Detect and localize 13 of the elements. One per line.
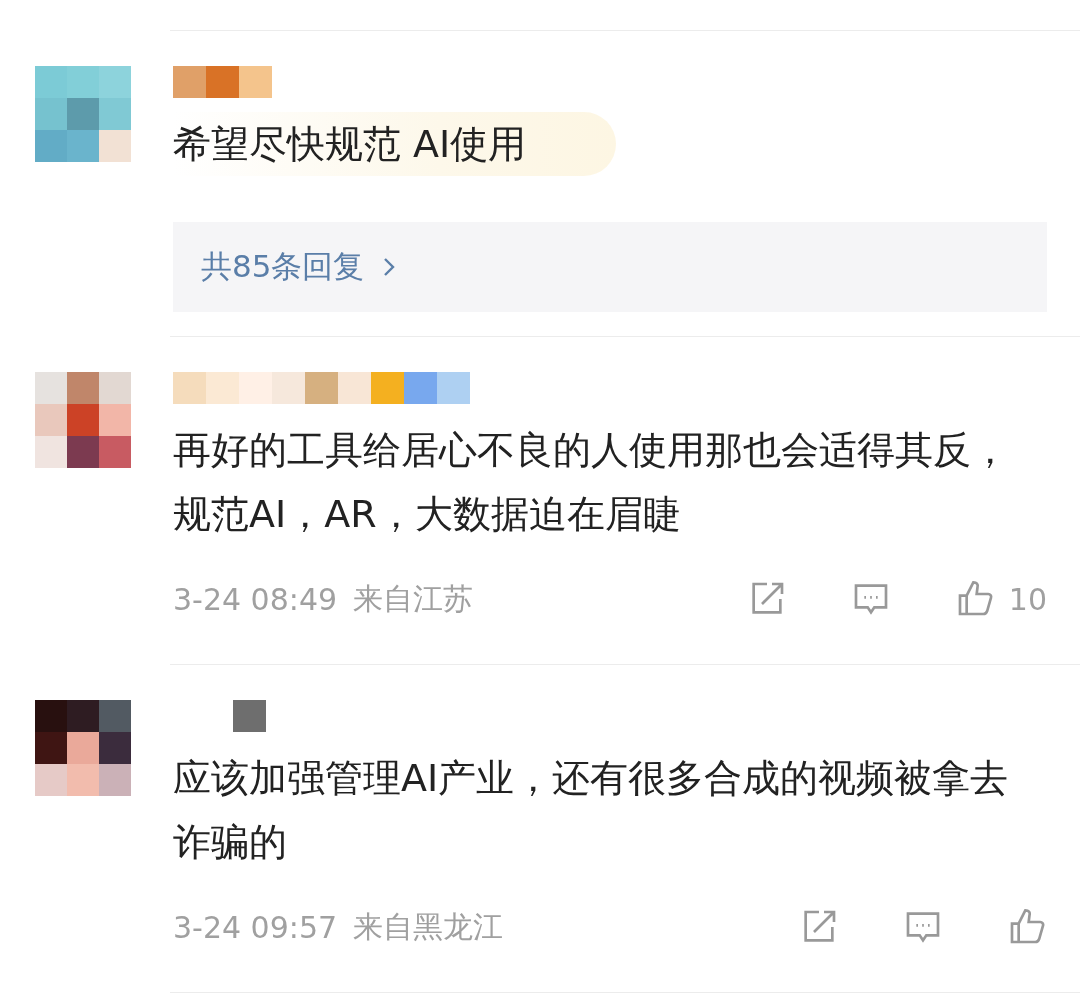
replies-link[interactable]: 共85条回复 xyxy=(173,222,1047,312)
avatar[interactable] xyxy=(35,372,131,468)
comment-time: 3-24 09:57 xyxy=(173,909,338,945)
chevron-right-icon xyxy=(382,256,397,278)
comment-text: 希望尽快规范 AI使用 xyxy=(173,112,617,176)
comment-location: 来自黑龙江 xyxy=(353,907,504,946)
avatar[interactable] xyxy=(35,700,131,796)
comment-time: 3-24 08:49 xyxy=(173,581,338,617)
like-count: 10 xyxy=(1008,581,1047,617)
comment-location: 来自江苏 xyxy=(353,579,474,618)
comment-text: 再好的工具给居心不良的人使用那也会适得其反，规范AI，AR，大数据迫在眉睫 xyxy=(173,427,1010,538)
comment-text: 应该加强管理AI产业，还有很多合成的视频被拿去诈骗的 xyxy=(173,755,1010,866)
blurred-username xyxy=(233,700,266,732)
